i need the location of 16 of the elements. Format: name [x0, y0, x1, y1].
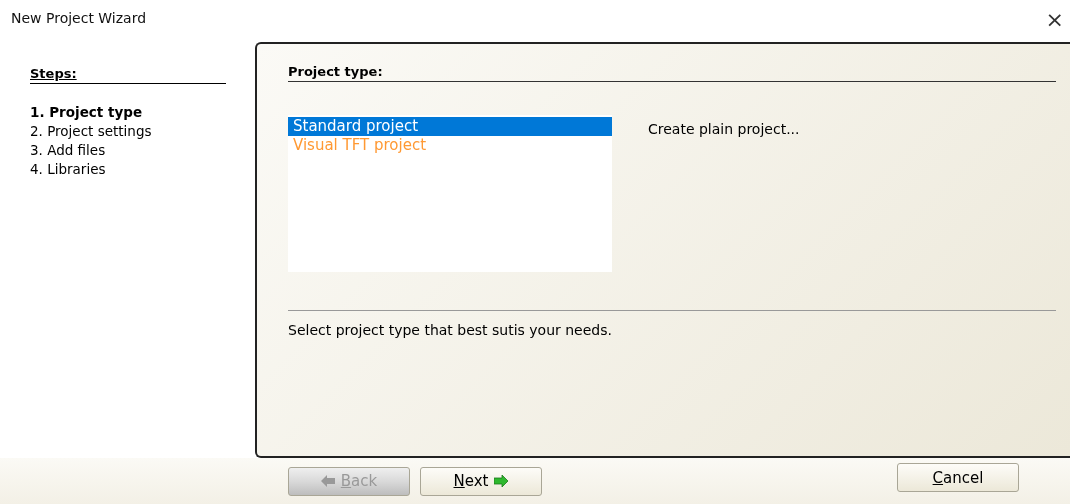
left-arrow-icon: [320, 475, 335, 487]
window-title: New Project Wizard: [11, 10, 147, 26]
steps-heading: Steps:: [30, 66, 226, 84]
close-button[interactable]: ×: [1041, 6, 1068, 32]
cancel-button[interactable]: Cancel: [897, 463, 1019, 492]
step-item: 3. Add files: [30, 142, 107, 158]
step-item: 4. Libraries: [30, 161, 107, 177]
step-item: 2. Project settings: [30, 123, 153, 139]
hint-text: Select project type that best sutis your needs.: [288, 322, 612, 338]
step-item: 1. Project type: [30, 104, 144, 120]
section-heading: Project type:: [288, 64, 1056, 82]
project-type-list[interactable]: Standard project Visual TFT project: [288, 115, 612, 272]
right-arrow-icon: [494, 475, 509, 487]
next-button[interactable]: Next: [420, 466, 542, 496]
list-item[interactable]: Standard project: [288, 117, 612, 136]
description-text: Create plain project...: [648, 121, 800, 137]
